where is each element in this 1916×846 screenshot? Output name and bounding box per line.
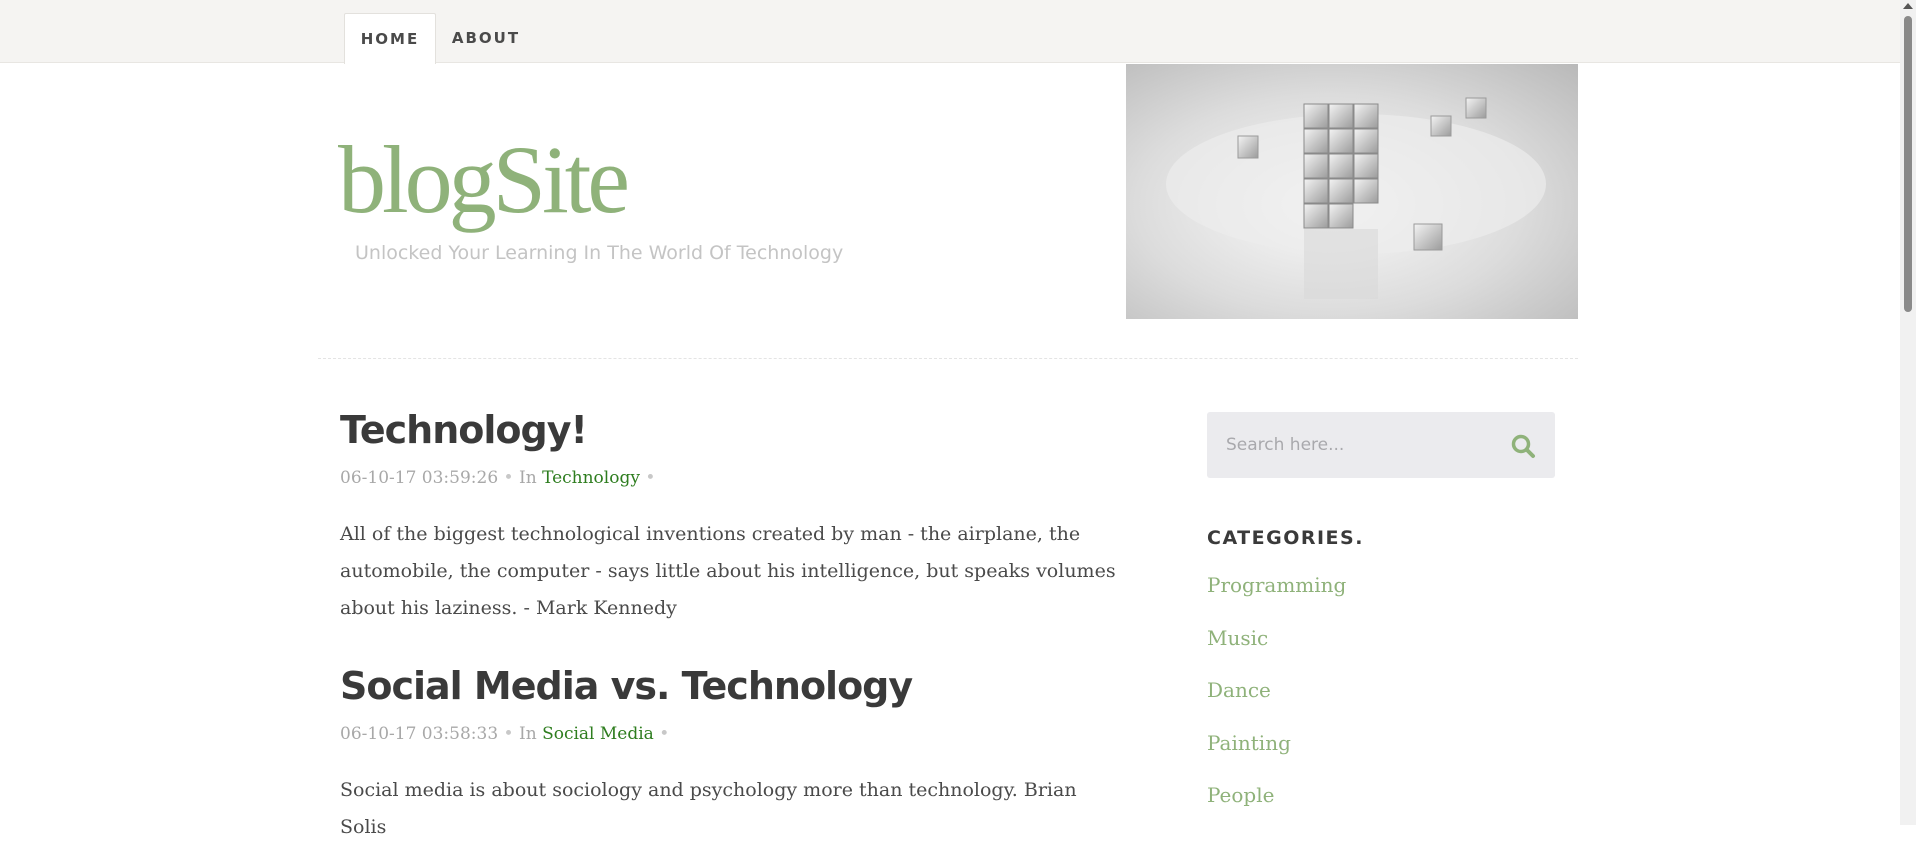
top-nav-bar bbox=[0, 0, 1900, 63]
post-date: 06-10-17 03:58:33 bbox=[340, 724, 499, 744]
post-title[interactable]: Social Media vs. Technology bbox=[340, 664, 913, 708]
site-tagline: Unlocked Your Learning In The World Of T… bbox=[355, 242, 844, 264]
category-link-dance[interactable]: Dance bbox=[1207, 678, 1271, 702]
post-category-link[interactable]: Social Media bbox=[542, 724, 654, 744]
site-logo[interactable]: blogSite bbox=[338, 132, 630, 228]
search-box bbox=[1207, 412, 1555, 478]
category-link-programming[interactable]: Programming bbox=[1207, 573, 1346, 597]
tab-about[interactable]: ABOUT bbox=[440, 13, 532, 62]
post-category-link[interactable]: Technology bbox=[542, 468, 640, 488]
scrollbar-thumb[interactable] bbox=[1904, 16, 1912, 312]
meta-separator: • bbox=[659, 724, 670, 744]
meta-separator: • bbox=[503, 468, 514, 488]
post-title[interactable]: Technology! bbox=[340, 408, 588, 452]
post-body: Social media is about sociology and psyc… bbox=[340, 779, 1077, 838]
scroll-up-arrow-icon[interactable] bbox=[1903, 3, 1913, 9]
ice-cubes-tower-image bbox=[1166, 97, 1546, 299]
post-in-label: In bbox=[518, 724, 537, 744]
meta-separator: • bbox=[503, 724, 514, 744]
post-body: All of the biggest technological inventi… bbox=[340, 523, 1116, 619]
search-input[interactable] bbox=[1207, 412, 1506, 478]
post-meta: 06-10-17 03:59:26 • In Technology • bbox=[340, 468, 655, 488]
header-divider bbox=[318, 358, 1578, 359]
post-in-label: In bbox=[518, 468, 537, 488]
category-link-music[interactable]: Music bbox=[1207, 626, 1268, 650]
categories-heading: CATEGORIES. bbox=[1207, 527, 1364, 549]
category-link-people[interactable]: People bbox=[1207, 783, 1274, 807]
post-date: 06-10-17 03:59:26 bbox=[340, 468, 499, 488]
post-meta: 06-10-17 03:58:33 • In Social Media • bbox=[340, 724, 669, 744]
meta-separator: • bbox=[645, 468, 656, 488]
header-hero-image bbox=[1126, 64, 1578, 319]
search-icon[interactable] bbox=[1510, 433, 1536, 459]
tab-home[interactable]: HOME bbox=[344, 13, 436, 64]
category-link-painting[interactable]: Painting bbox=[1207, 731, 1291, 755]
